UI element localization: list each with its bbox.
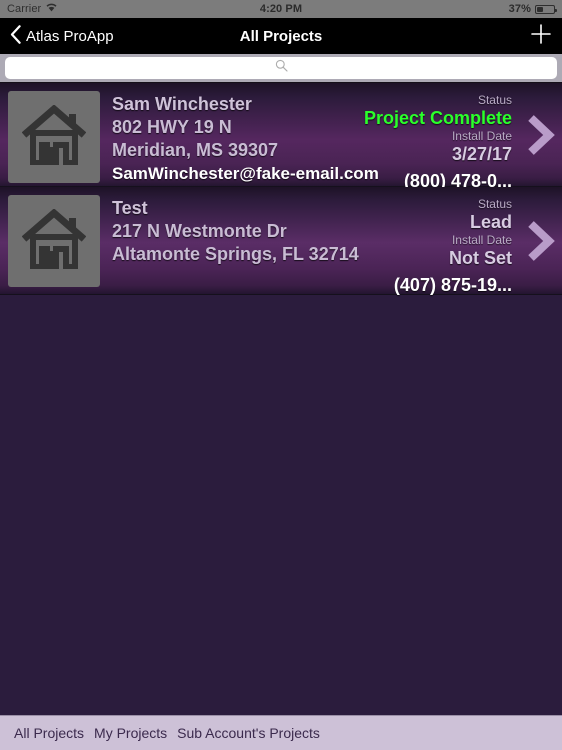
house-icon (21, 207, 87, 274)
table-row[interactable]: Test 217 N Westmonte Dr Altamonte Spring… (0, 187, 562, 295)
project-email: SamWinchester@fake-email.com (112, 164, 379, 183)
project-info: Test 217 N Westmonte Dr Altamonte Spring… (100, 195, 394, 266)
chevron-left-icon (10, 24, 21, 48)
project-list: Sam Winchester 802 HWY 19 N Meridian, MS… (0, 83, 562, 715)
chevron-right-icon[interactable] (524, 113, 556, 157)
tab-my-projects[interactable]: My Projects (94, 725, 167, 741)
project-address-line1: 217 N Westmonte Dr (112, 221, 287, 241)
search-bar-container (0, 54, 562, 83)
carrier-label: Carrier (7, 3, 42, 15)
project-name: Sam Winchester (112, 94, 252, 114)
search-input[interactable] (5, 57, 557, 79)
battery-percent-label: 37% (508, 3, 531, 15)
tab-sub-account-projects[interactable]: Sub Account's Projects (177, 725, 320, 741)
add-project-button[interactable] (530, 23, 552, 50)
battery-icon (535, 4, 557, 14)
project-info: Sam Winchester 802 HWY 19 N Meridian, MS… (100, 91, 379, 185)
plus-icon (530, 23, 552, 50)
app-screen: Carrier 4:20 PM 37% Atlas ProApp All Pro… (0, 0, 562, 750)
status-bar-left: Carrier (7, 3, 57, 15)
project-address-line1: 802 HWY 19 N (112, 117, 232, 137)
back-button[interactable]: Atlas ProApp (10, 24, 114, 48)
project-thumbnail (8, 195, 100, 287)
status-badge: Lead (469, 212, 512, 232)
install-date-value: 3/27/17 (451, 144, 512, 164)
status-label: Status (477, 93, 512, 107)
back-button-label: Atlas ProApp (26, 27, 114, 45)
search-field[interactable] (5, 57, 557, 79)
project-thumbnail (8, 91, 100, 183)
tab-bar: All Projects My Projects Sub Account's P… (0, 715, 562, 750)
project-address-line2: Altamonte Springs, FL 32714 (112, 244, 359, 264)
clock: 4:20 PM (259, 3, 303, 15)
project-phone: (407) 875-19... (393, 275, 512, 295)
wifi-icon (46, 3, 57, 15)
install-date-label: Install Date (451, 233, 512, 247)
navigation-bar: Atlas ProApp All Projects (0, 18, 562, 54)
install-date-value: Not Set (449, 248, 512, 268)
status-bar: Carrier 4:20 PM 37% (0, 0, 562, 18)
status-label: Status (477, 197, 512, 211)
table-row[interactable]: Sam Winchester 802 HWY 19 N Meridian, MS… (0, 83, 562, 191)
tab-all-projects[interactable]: All Projects (14, 725, 84, 741)
house-icon (21, 103, 87, 170)
chevron-right-icon[interactable] (524, 219, 556, 263)
project-address-line2: Meridian, MS 39307 (112, 140, 279, 160)
status-badge: Project Complete (363, 108, 512, 128)
project-name: Test (112, 198, 148, 218)
install-date-label: Install Date (451, 129, 512, 143)
status-bar-right: 37% (508, 3, 557, 15)
